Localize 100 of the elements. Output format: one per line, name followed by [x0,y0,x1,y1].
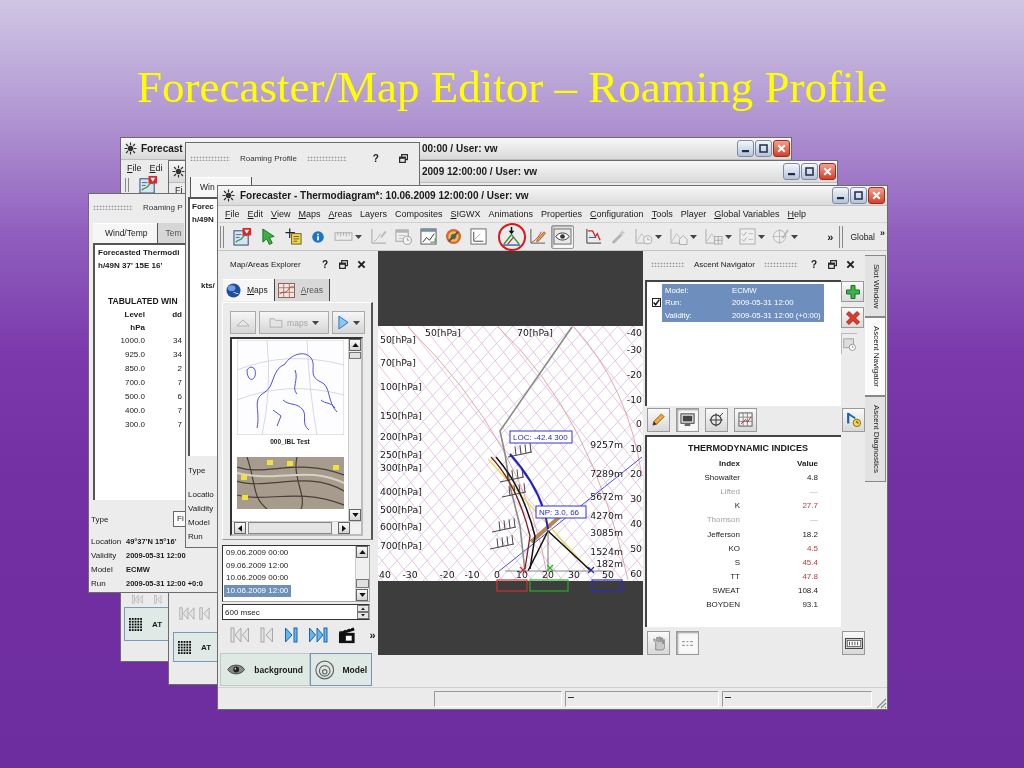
toolbar-handle[interactable] [839,225,844,248]
close-button[interactable] [773,140,790,157]
menu-item[interactable]: Edit [243,209,268,219]
diagram-area[interactable] [378,325,643,582]
vertical-scrollbar[interactable] [348,339,361,521]
globe-icon [226,282,241,298]
drag-handle[interactable] [763,262,798,267]
maximize-button[interactable] [755,140,772,157]
tab[interactable]: Maps [223,279,275,301]
menu-item[interactable]: Tools [647,209,677,219]
panel-button[interactable]: AT [173,632,217,662]
remove-button[interactable] [841,307,864,328]
menu-item[interactable]: Edi [145,163,167,173]
menu-item[interactable]: File [123,163,146,173]
scroll-right-button[interactable] [338,522,350,534]
side-tab[interactable]: Ascent Navigator [865,317,886,397]
side-tab[interactable]: Slot Window [865,255,886,318]
checkbox[interactable] [652,298,661,308]
overflow-button[interactable]: » [824,229,837,244]
menu-item[interactable]: Global Variables [710,209,784,219]
column-header: Value [797,458,818,468]
minimize-button[interactable] [783,163,800,180]
help-button[interactable]: ? [366,150,385,166]
layer-button[interactable]: Model [310,653,372,686]
scroll-down-button[interactable] [356,589,368,601]
field-label: Type [91,514,109,524]
menu-item[interactable]: Player [676,209,711,219]
tab[interactable]: Tem [157,223,184,243]
drag-handle[interactable] [651,262,685,267]
list-item[interactable]: 10.06.2009 00:00 [224,572,292,585]
close-icon [823,167,832,176]
close-button[interactable] [868,187,885,204]
maximize-icon [759,144,768,153]
menu-item[interactable]: Help [783,209,811,219]
menu-item[interactable]: Configuration [586,209,648,219]
menu-item[interactable]: Properties [537,209,587,219]
drag-handle[interactable] [306,155,347,161]
minimize-button[interactable] [832,187,849,204]
temperature-label: 20 [630,468,642,479]
scroll-thumb[interactable] [356,579,369,588]
scroll-down-button[interactable] [349,509,361,521]
terrain-map-thumbnail[interactable] [236,457,344,509]
drag-handle[interactable] [190,155,230,161]
list-item[interactable]: 09.06.2009 00:00 [224,547,292,560]
scroll-up-button[interactable] [356,546,368,558]
menu-item[interactable]: View [267,209,295,219]
tab[interactable]: Wind/Temp [93,223,158,243]
down-arrow-icon [358,593,366,597]
toolbar-handle[interactable] [125,177,129,192]
toolbar-button[interactable] [551,224,574,249]
menu-item[interactable]: Fi [171,185,187,195]
toolbar-handle[interactable] [220,225,224,248]
list-item[interactable]: 09.06.2009 12:00 [224,559,292,572]
crosshair-note-icon [284,228,302,245]
pressure-label: 100[hPa] [380,380,422,392]
step-forward-icon [284,627,298,643]
tool-button[interactable] [842,407,865,432]
maximize-button[interactable] [850,187,867,204]
tool-button[interactable] [705,407,728,432]
index-name: Showalter [704,472,740,482]
layer-button[interactable]: background [220,653,310,686]
menu-item[interactable]: Maps [294,209,325,219]
height-label: 4270m [590,509,623,521]
tab[interactable]: Areas [274,279,331,301]
help-button[interactable]: ? [316,256,334,273]
resize-grip[interactable] [875,697,887,709]
menu-item[interactable]: Composites [390,209,447,219]
horizontal-scrollbar[interactable] [232,521,361,534]
index-value: 45.4 [802,557,818,567]
overflow-button[interactable]: » [878,226,887,240]
scroll-up-button[interactable] [349,339,361,351]
dot-grid-icon [178,640,191,654]
window-clock-button[interactable] [841,333,857,354]
tool-button[interactable] [842,631,865,655]
interval-field[interactable]: 600 msec [222,604,370,620]
menu-item[interactable]: File [221,209,244,219]
sun-icon [124,142,137,155]
menu-item[interactable]: Areas [324,209,356,219]
menu-item[interactable]: SIGWX [446,209,485,219]
window-title: Forecaster - Thermodiagram*: 10.06.2009 12:00:00 / User: vw [240,190,529,201]
tool-button[interactable] [676,407,699,432]
maximize-button[interactable] [801,163,818,180]
close-button[interactable] [819,163,836,180]
overflow-button[interactable]: » [366,628,379,642]
add-button[interactable] [841,281,864,302]
menu-item[interactable]: Animations [484,209,538,219]
nav-button[interactable] [332,311,365,334]
temperature-label: -30 [402,569,418,580]
help-button[interactable]: ? [805,256,823,273]
scroll-thumb[interactable] [349,352,361,359]
display-icon [844,637,863,649]
side-tab[interactable]: Ascent Diagnostics [865,396,886,483]
menu-item[interactable]: Layers [355,209,391,219]
scroll-left-button[interactable] [234,522,246,534]
drag-handle[interactable] [93,204,133,210]
panel-button[interactable]: AT [124,607,168,641]
minimize-button[interactable] [737,140,754,157]
scroll-thumb[interactable] [248,522,332,534]
outline-map-thumbnail[interactable] [236,340,344,435]
vertical-scrollbar[interactable] [355,546,369,601]
